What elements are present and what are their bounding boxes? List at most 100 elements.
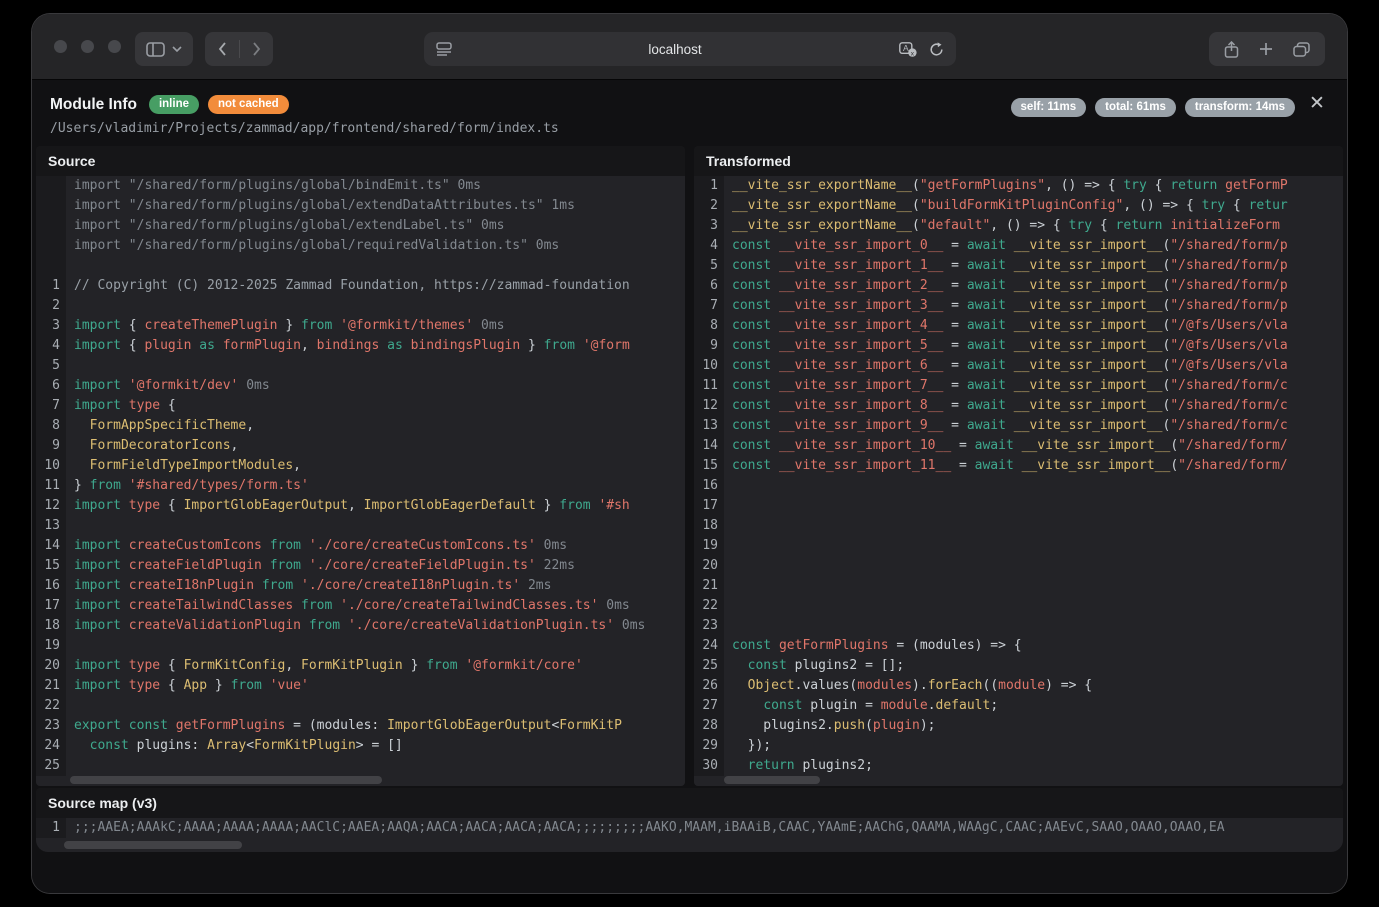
chevron-down-icon xyxy=(172,46,182,52)
reload-icon[interactable] xyxy=(929,42,944,57)
zoom-window-button[interactable] xyxy=(108,40,121,53)
module-link[interactable]: "/shared/form/c xyxy=(1170,398,1287,413)
code-segment: 0ms xyxy=(536,538,567,553)
module-link[interactable]: "/@fs/Users/vla xyxy=(1170,358,1287,373)
code-text: import type { FormKitConfig, FormKitPlug… xyxy=(66,656,583,676)
line-number: 9 xyxy=(36,436,66,456)
module-link[interactable]: '#shared/types/form.ts' xyxy=(129,478,309,493)
url-bar[interactable]: localhost A x xyxy=(424,32,956,66)
code-segment: { xyxy=(160,678,183,693)
code-segment: const xyxy=(129,718,168,733)
forward-button[interactable] xyxy=(240,32,273,66)
horizontal-scrollbar[interactable] xyxy=(70,776,382,784)
reader-icon[interactable] xyxy=(436,42,452,56)
code-text xyxy=(724,596,732,616)
code-segment: const xyxy=(732,278,771,293)
line-number: 13 xyxy=(694,416,724,436)
line-number: 20 xyxy=(694,556,724,576)
code-segment: } xyxy=(520,338,543,353)
code-segment: import xyxy=(74,618,121,633)
code-segment: }); xyxy=(732,738,771,753)
code-segment: import xyxy=(74,398,121,413)
module-link[interactable]: '@formkit/dev' xyxy=(129,378,239,393)
code-segment: .values( xyxy=(795,678,858,693)
sidebar-toggle-button[interactable] xyxy=(135,32,193,66)
code-segment: type xyxy=(129,498,160,513)
code-segment: ;;;AAEA;AAAkC;AAAA;AAAA;AAAA;AAClC;AAEA;… xyxy=(74,820,1225,835)
code-segment xyxy=(121,598,129,613)
module-link[interactable]: "/@fs/Users/vla xyxy=(1170,318,1287,333)
module-link[interactable]: 'vue' xyxy=(270,678,309,693)
close-button[interactable]: ✕ xyxy=(1305,92,1329,116)
code-segment: type xyxy=(129,398,160,413)
module-link[interactable]: '#sh xyxy=(598,498,629,513)
module-link[interactable]: './core/createCustomIcons.ts' xyxy=(309,538,536,553)
module-link[interactable]: "/shared/form/p xyxy=(1170,238,1287,253)
code-text: const __vite_ssr_import_5__ = await __vi… xyxy=(724,336,1288,356)
code-segment: __vite_ssr_import__ xyxy=(1014,298,1163,313)
translate-icon[interactable]: A x xyxy=(899,42,917,57)
module-link[interactable]: '@form xyxy=(583,338,630,353)
code-line: 18 xyxy=(694,516,1343,536)
module-link[interactable]: '@formkit/core' xyxy=(465,658,582,673)
horizontal-scrollbar[interactable] xyxy=(724,776,820,784)
module-link[interactable]: "/@fs/Users/vla xyxy=(1170,338,1287,353)
module-link[interactable]: '@formkit/themes' xyxy=(340,318,473,333)
code-segment xyxy=(121,398,129,413)
code-segment: ( xyxy=(912,178,920,193)
code-line: 1;;;AAEA;AAAkC;AAAA;AAAA;AAAA;AAClC;AAEA… xyxy=(36,818,1343,838)
code-segment xyxy=(332,598,340,613)
code-segment: plugin xyxy=(873,718,920,733)
new-tab-icon[interactable] xyxy=(1259,42,1273,56)
code-segment: ( xyxy=(912,218,920,233)
code-segment: import xyxy=(74,538,121,553)
status-badge: inline xyxy=(149,95,199,114)
module-link[interactable]: './core/createFieldPlugin.ts' xyxy=(309,558,536,573)
code-text: const getFormPlugins = (modules) => { xyxy=(724,636,1022,656)
module-link[interactable]: "/shared/form/p xyxy=(1170,278,1287,293)
module-link[interactable]: "/shared/form/c xyxy=(1170,418,1287,433)
module-link[interactable]: "/shared/form/p xyxy=(1170,258,1287,273)
code-segment xyxy=(340,618,348,633)
back-button[interactable] xyxy=(206,32,239,66)
module-link[interactable]: './core/createI18nPlugin.ts' xyxy=(301,578,520,593)
code-text: import "/shared/form/plugins/global/exte… xyxy=(66,216,504,236)
code-line: 3import { createThemePlugin } from '@for… xyxy=(36,316,685,336)
module-link[interactable]: "/shared/form/p xyxy=(1170,298,1287,313)
code-segment: ; xyxy=(990,698,998,713)
code-text: const __vite_ssr_import_6__ = await __vi… xyxy=(724,356,1288,376)
line-number xyxy=(36,236,66,256)
code-text: import { plugin as formPlugin, bindings … xyxy=(66,336,630,356)
share-icon[interactable] xyxy=(1224,41,1239,58)
close-window-button[interactable] xyxy=(54,40,67,53)
code-segment: , xyxy=(301,338,317,353)
module-link[interactable]: "/shared/form/ xyxy=(1178,438,1288,453)
tab-overview-icon[interactable] xyxy=(1293,42,1310,57)
line-number xyxy=(36,196,66,216)
code-segment: createCustomIcons xyxy=(129,538,262,553)
code-segment xyxy=(293,598,301,613)
line-number: 9 xyxy=(694,336,724,356)
module-link[interactable]: "/shared/form/ xyxy=(1178,458,1288,473)
line-number: 25 xyxy=(36,756,66,776)
code-segment: import xyxy=(74,498,121,513)
module-link[interactable]: './core/createTailwindClasses.ts' xyxy=(340,598,598,613)
code-line: import "/shared/form/plugins/global/bind… xyxy=(36,176,685,196)
code-text: return plugins2; xyxy=(724,756,873,776)
code-text: const __vite_ssr_import_11__ = await __v… xyxy=(724,456,1288,476)
line-number: 7 xyxy=(36,396,66,416)
code-segment xyxy=(301,538,309,553)
code-panels: Source import "/shared/form/plugins/glob… xyxy=(36,146,1343,786)
code-text: const __vite_ssr_import_4__ = await __vi… xyxy=(724,316,1288,336)
sidebar-icon xyxy=(146,42,165,57)
line-number: 19 xyxy=(694,536,724,556)
code-text xyxy=(724,496,732,516)
horizontal-scrollbar[interactable] xyxy=(64,841,242,849)
minimize-window-button[interactable] xyxy=(81,40,94,53)
code-segment: __vite_ssr_import__ xyxy=(1014,398,1163,413)
module-link[interactable]: './core/createValidationPlugin.ts' xyxy=(348,618,614,633)
code-segment: FormKitP xyxy=(559,718,622,733)
svg-text:A: A xyxy=(902,43,908,53)
code-segment: try xyxy=(1123,178,1146,193)
module-link[interactable]: "/shared/form/c xyxy=(1170,378,1287,393)
